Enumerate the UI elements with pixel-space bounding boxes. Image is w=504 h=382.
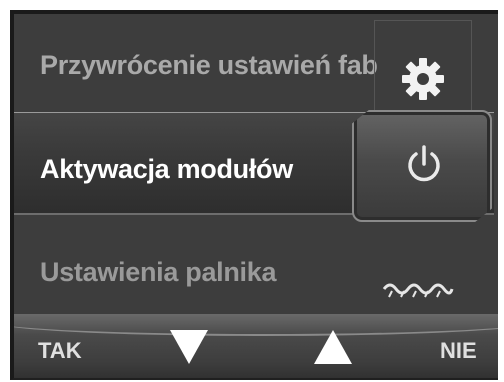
yes-button[interactable]: TAK <box>38 338 82 364</box>
menu-item-factory-reset[interactable]: Przywrócenie ustawień fab <box>14 14 498 110</box>
menu-item-label: Ustawienia palnika <box>40 257 277 287</box>
gear-icon-frame <box>374 20 472 110</box>
menu-item-label: Przywrócenie ustawień fab <box>40 50 378 80</box>
no-button[interactable]: NIE <box>440 338 477 364</box>
menu-item-burner-settings[interactable]: Ustawienia palnika <box>14 229 498 319</box>
burner-wave-icon <box>382 283 454 298</box>
power-icon <box>408 145 440 182</box>
power-button[interactable] <box>352 110 492 222</box>
bottom-navigation-bar: TAK NIE <box>14 314 498 378</box>
menu-item-module-activation[interactable]: Aktywacja modułów <box>14 110 498 222</box>
menu-item-label: Aktywacja modułów <box>40 154 293 184</box>
arrow-up-button[interactable] <box>308 324 358 374</box>
arrow-down-icon <box>170 330 208 364</box>
arrow-up-icon <box>314 330 352 364</box>
device-screen: Przywrócenie ustawień fab Aktywacja modu… <box>10 10 498 380</box>
arrow-down-button[interactable] <box>164 324 214 374</box>
gear-icon <box>402 58 444 100</box>
